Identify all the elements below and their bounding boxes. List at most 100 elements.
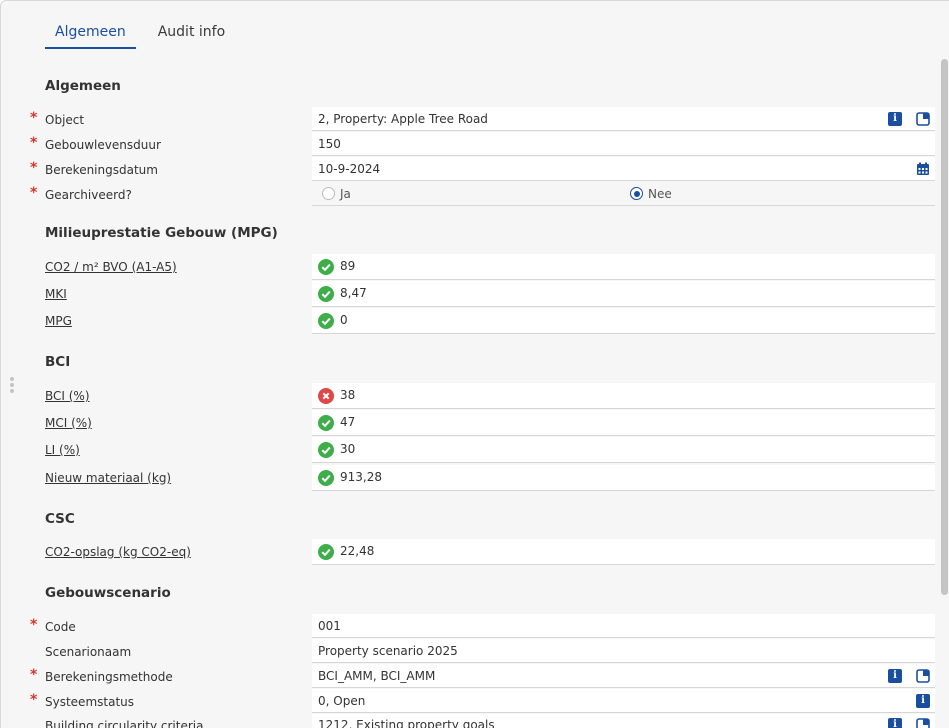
bci-link[interactable]: BCI (%) xyxy=(45,389,90,403)
gebouwlevensduur-label: Gebouwlevensduur xyxy=(45,138,161,152)
gebouwlevensduur-field[interactable]: 150 xyxy=(312,132,935,156)
radio-nee[interactable] xyxy=(630,187,643,200)
required-marker: * xyxy=(30,692,38,708)
code-field[interactable]: 001 xyxy=(312,614,935,638)
nieuw-materiaal-field: 913,28 xyxy=(312,465,935,491)
code-label: Code xyxy=(45,620,76,634)
systeemstatus-value: 0, Open xyxy=(318,694,366,708)
open-record-icon[interactable] xyxy=(916,669,930,683)
check-icon xyxy=(318,313,334,329)
check-icon xyxy=(318,415,334,431)
info-icon[interactable]: i xyxy=(888,718,902,728)
scenarionaam-field[interactable]: Property scenario 2025 xyxy=(312,639,935,663)
required-marker: * xyxy=(30,185,38,201)
row-mpg: MPG 0 xyxy=(1,308,935,334)
systeemstatus-label: Systeemstatus xyxy=(45,695,135,709)
berekeningsmethode-field[interactable]: BCI_AMM, BCI_AMM i xyxy=(312,664,935,688)
row-mci: MCI (%) 47 xyxy=(1,410,935,436)
mci-link[interactable]: MCI (%) xyxy=(45,416,92,430)
radio-ja[interactable] xyxy=(322,187,335,200)
vertical-scrollbar[interactable] xyxy=(940,59,949,728)
li-value: 30 xyxy=(340,442,356,456)
row-code: * Code 001 xyxy=(1,614,935,638)
row-berekeningsmethode: * Berekeningsmethode BCI_AMM, BCI_AMM i xyxy=(1,664,935,688)
mki-field: 8,47 xyxy=(312,281,935,307)
row-bci: BCI (%) 38 xyxy=(1,383,935,409)
calendar-icon[interactable] xyxy=(916,162,930,176)
nieuw-materiaal-value: 913,28 xyxy=(340,470,382,484)
check-icon xyxy=(318,442,334,458)
section-title-gebouwscenario: Gebouwscenario xyxy=(45,585,171,601)
section-title-csc: CSC xyxy=(45,511,75,527)
radio-nee-label: Nee xyxy=(648,187,672,201)
check-icon xyxy=(318,470,334,486)
gebouwlevensduur-value: 150 xyxy=(318,137,341,151)
object-label: Object xyxy=(45,113,85,127)
row-object: * Object 2, Property: Apple Tree Road i xyxy=(1,107,935,131)
bci-field: 38 xyxy=(312,383,935,409)
required-marker: * xyxy=(30,160,38,176)
section-title-algemeen: Algemeen xyxy=(45,78,121,94)
li-field: 30 xyxy=(312,437,935,463)
info-icon[interactable]: i xyxy=(916,694,930,708)
required-marker: * xyxy=(30,110,38,126)
bci-value: 38 xyxy=(340,388,356,402)
tab-algemeen[interactable]: Algemeen xyxy=(45,23,136,49)
section-title-bci: BCI xyxy=(45,354,71,370)
required-marker: * xyxy=(30,617,38,633)
row-building-circularity-criteria: Building circularity criteria 1212, Exis… xyxy=(1,714,935,728)
co2-opslag-field: 22,48 xyxy=(312,539,935,565)
object-field[interactable]: 2, Property: Apple Tree Road i xyxy=(312,107,935,131)
gearchiveerd-label: Gearchiveerd? xyxy=(45,188,132,202)
object-value: 2, Property: Apple Tree Road xyxy=(318,112,488,126)
check-icon xyxy=(318,544,334,560)
systeemstatus-field[interactable]: 0, Open i xyxy=(312,689,935,713)
berekeningsdatum-label: Berekeningsdatum xyxy=(45,163,158,177)
co2-bvo-value: 89 xyxy=(340,259,356,273)
row-li: LI (%) 30 xyxy=(1,437,935,463)
berekeningsdatum-field[interactable]: 10-9-2024 xyxy=(312,157,935,181)
scrollbar-thumb[interactable] xyxy=(941,59,948,595)
mpg-link[interactable]: MPG xyxy=(45,314,72,328)
check-icon xyxy=(318,259,334,275)
info-icon[interactable]: i xyxy=(888,112,902,126)
row-nieuw-materiaal: Nieuw materiaal (kg) 913,28 xyxy=(1,465,935,491)
code-value: 001 xyxy=(318,619,341,633)
open-record-icon[interactable] xyxy=(916,112,930,126)
building-circularity-criteria-value: 1212, Existing property goals xyxy=(318,718,495,728)
required-marker: * xyxy=(30,667,38,683)
radio-ja-label: Ja xyxy=(340,187,351,201)
mci-field: 47 xyxy=(312,410,935,436)
row-scenarionaam: Scenarionaam Property scenario 2025 xyxy=(1,639,935,663)
berekeningsdatum-value: 10-9-2024 xyxy=(318,162,381,176)
mki-value: 8,47 xyxy=(340,286,367,300)
info-icon[interactable]: i xyxy=(888,669,902,683)
berekeningsmethode-label: Berekeningsmethode xyxy=(45,670,173,684)
scenarionaam-label: Scenarionaam xyxy=(45,645,132,659)
row-gebouwlevensduur: * Gebouwlevensduur 150 xyxy=(1,132,935,156)
co2-opslag-value: 22,48 xyxy=(340,544,375,558)
co2-opslag-link[interactable]: CO2-opslag (kg CO2-eq) xyxy=(45,545,191,559)
required-marker: * xyxy=(30,135,38,151)
row-berekeningsdatum: * Berekeningsdatum 10-9-2024 xyxy=(1,157,935,181)
li-link[interactable]: LI (%) xyxy=(45,443,80,457)
mki-link[interactable]: MKI xyxy=(45,287,67,301)
row-mki: MKI 8,47 xyxy=(1,281,935,307)
building-circularity-criteria-field[interactable]: 1212, Existing property goals i xyxy=(312,714,935,728)
berekeningsmethode-value: BCI_AMM, BCI_AMM xyxy=(318,669,436,683)
co2-bvo-field: 89 xyxy=(312,254,935,280)
tab-bar: Algemeen Audit info xyxy=(45,23,247,49)
error-icon xyxy=(318,388,334,404)
nieuw-materiaal-link[interactable]: Nieuw materiaal (kg) xyxy=(45,471,171,485)
row-systeemstatus: * Systeemstatus 0, Open i xyxy=(1,689,935,713)
check-icon xyxy=(318,286,334,302)
row-gearchiveerd: * Gearchiveerd? Ja Nee xyxy=(1,182,935,206)
gearchiveerd-radio-group: Ja Nee xyxy=(312,182,935,206)
section-title-mpg: Milieuprestatie Gebouw (MPG) xyxy=(45,225,278,241)
co2-bvo-link[interactable]: CO2 / m² BVO (A1-A5) xyxy=(45,260,177,274)
open-record-icon[interactable] xyxy=(916,718,930,728)
mpg-value: 0 xyxy=(340,313,348,327)
mci-value: 47 xyxy=(340,415,356,429)
row-co2-opslag: CO2-opslag (kg CO2-eq) 22,48 xyxy=(1,539,935,565)
tab-audit-info[interactable]: Audit info xyxy=(148,23,235,47)
